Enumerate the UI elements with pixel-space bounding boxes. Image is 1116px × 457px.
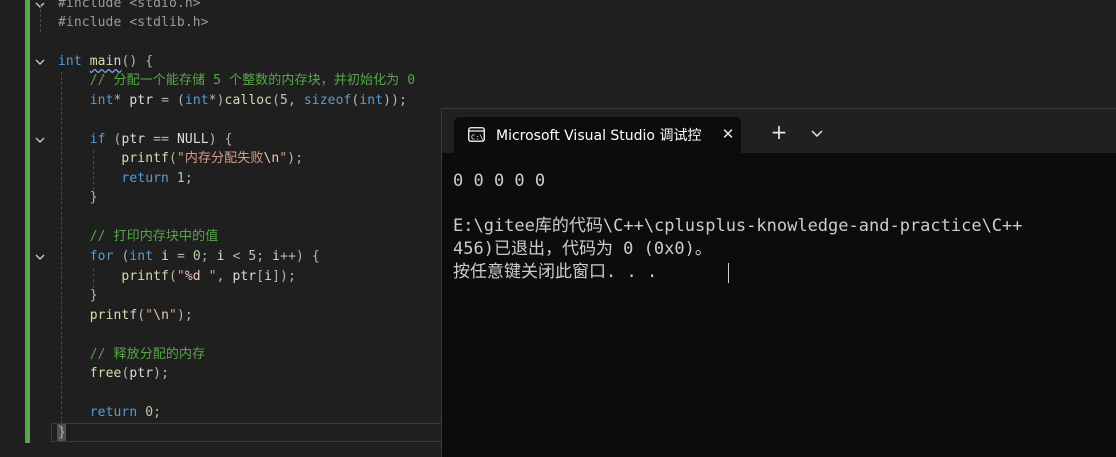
fold-chevron-down-icon[interactable] (33, 250, 47, 264)
console-app-icon: C:\ (468, 127, 485, 142)
code-line: #include <stdio.h> (58, 0, 201, 11)
code-line: #include <stdlib.h> (58, 15, 209, 30)
code-line: } (89, 190, 98, 205)
code-line: return 1; (121, 171, 193, 186)
code-line: } (58, 425, 66, 440)
fold-chevron-down-icon[interactable] (33, 55, 47, 69)
code-line: for (int i = 0; i < 5; i++) { (89, 249, 320, 264)
console-output-line: 按任意键关闭此窗口. . . (453, 262, 658, 282)
code-line: int main() { (58, 54, 154, 69)
code-line: free(ptr); (89, 366, 170, 381)
code-line: int* ptr = (int*)calloc(5, sizeof(int)); (89, 93, 407, 108)
new-tab-plus-icon[interactable]: + (768, 121, 790, 143)
fold-chevron-down-icon[interactable] (33, 133, 47, 147)
console-output-line: 456)已退出，代码为 0 (0x0)。 (453, 239, 712, 259)
tab-title: Microsoft Visual Studio 调试控 (496, 128, 702, 144)
code-line: } (89, 288, 98, 303)
code-line: // 打印内存块中的值 (89, 229, 219, 244)
code-line: // 分配一个能存储 5 个整数的内存块，并初始化为 0 (89, 73, 416, 88)
change-tracking-bar (25, 0, 30, 443)
code-line: printf("\n"); (89, 308, 193, 323)
code-line: printf("%d ", ptr[i]); (121, 269, 296, 284)
close-tab-icon[interactable]: ✕ (717, 123, 739, 145)
text-cursor (728, 263, 729, 283)
code-line: if (ptr == NULL) { (89, 132, 233, 147)
code-line: // 释放分配的内存 (89, 347, 206, 362)
code-line: printf("内存分配失败\n"); (121, 151, 304, 166)
console-output-line: 0 0 0 0 0 (453, 171, 546, 191)
console-output-line: E:\gitee库的代码\C++\cplusplus-knowledge-and… (453, 216, 1023, 236)
code-line: return 0; (89, 405, 162, 420)
current-line-highlight (51, 423, 446, 442)
terminal-tab[interactable]: C:\ Microsoft Visual Studio 调试控 ✕ (454, 117, 741, 153)
debug-console-window[interactable]: C:\ Microsoft Visual Studio 调试控 ✕ + 0 0 … (441, 108, 1116, 457)
chevron-down-icon[interactable] (807, 123, 827, 143)
terminal-titlebar: C:\ Microsoft Visual Studio 调试控 ✕ + (442, 109, 1116, 153)
svg-text:C:\: C:\ (471, 134, 484, 142)
indent-guide (40, 4, 41, 32)
